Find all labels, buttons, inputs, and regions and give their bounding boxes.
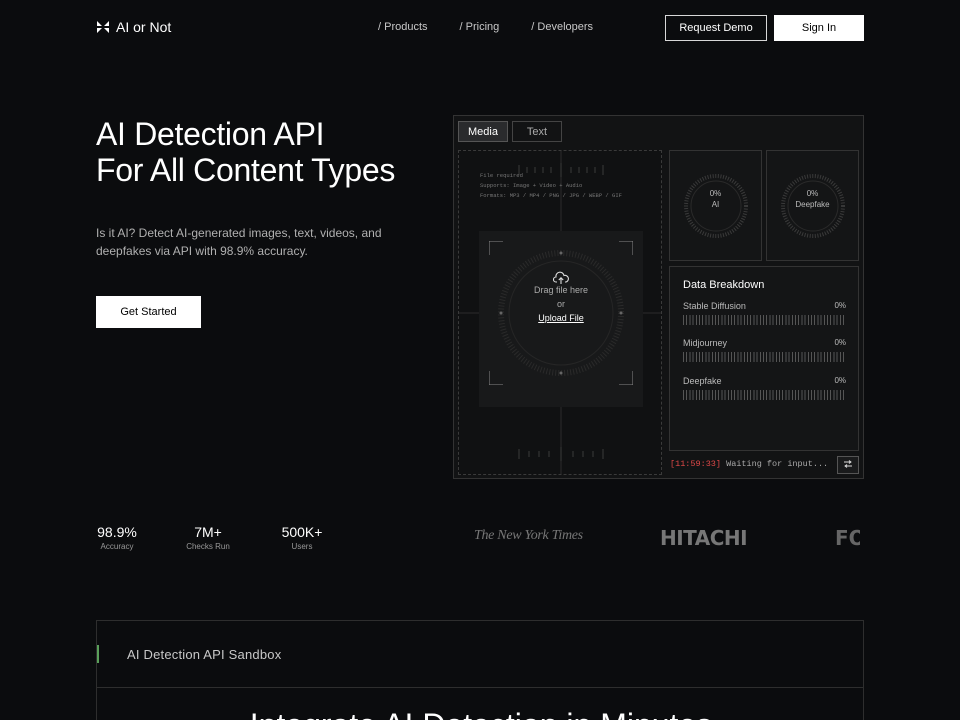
stat-checks: 7M+ Checks Run xyxy=(183,524,233,551)
drop-instructions: Drag file here or Upload File xyxy=(459,283,661,325)
top-nav: AI or Not / Products / Pricing / Develop… xyxy=(96,14,864,42)
nav-developers[interactable]: / Developers xyxy=(531,21,593,33)
ai-gauge-card: 0% AI xyxy=(669,150,762,261)
status-line: [11:59:33] Waiting for input... xyxy=(670,459,828,469)
status-text: Waiting for input... xyxy=(726,459,829,469)
widget-tabs: Media Text xyxy=(458,121,562,142)
breakdown-bar xyxy=(683,315,846,325)
breakdown-bar xyxy=(683,390,846,400)
breakdown-value: 0% xyxy=(834,338,846,347)
meta-line: Supports: Image + Video + Audio xyxy=(480,182,583,189)
stat-label: Checks Run xyxy=(186,542,230,551)
brand-name: AI or Not xyxy=(116,19,172,35)
sign-in-button[interactable]: Sign In xyxy=(774,15,864,41)
hero-title: AI Detection API For All Content Types xyxy=(96,116,395,188)
nyt-logo: The New York Times xyxy=(474,528,583,543)
breakdown-value: 0% xyxy=(834,376,846,385)
stat-value: 98.9% xyxy=(97,524,137,540)
request-demo-button[interactable]: Request Demo xyxy=(665,15,767,41)
main-menu: / Products / Pricing / Developers xyxy=(378,21,593,33)
stat-label: Users xyxy=(291,542,313,551)
fox-logo: FOX xyxy=(835,526,860,550)
logo-icon xyxy=(97,21,109,33)
upload-panel: File required Supports: Image + Video + … xyxy=(458,150,662,475)
breakdown-label: Midjourney xyxy=(683,338,728,348)
or-text: or xyxy=(556,299,565,309)
brand-logo[interactable]: AI or Not xyxy=(96,19,171,35)
detection-widget: Media Text File required Supports: Image… xyxy=(453,115,864,479)
breakdown-row-deepfake: Deepfake 0% xyxy=(683,376,846,400)
breakdown-row-midjourney: Midjourney 0% xyxy=(683,338,846,362)
breakdown-bar xyxy=(683,352,846,362)
stat-label: Accuracy xyxy=(100,542,134,551)
file-requirements: File required Supports: Image + Video + … xyxy=(480,171,622,201)
deepfake-gauge-value: 0% xyxy=(806,189,819,198)
tab-media[interactable]: Media xyxy=(458,121,508,142)
breakdown-label: Deepfake xyxy=(683,376,722,386)
upload-file-link[interactable]: Upload File xyxy=(459,311,661,325)
swap-button[interactable] xyxy=(837,456,859,474)
stat-value: 500K+ xyxy=(281,524,323,540)
nav-pricing[interactable]: / Pricing xyxy=(460,21,500,33)
swap-icon xyxy=(844,459,852,468)
breakdown-title: Data Breakdown xyxy=(683,279,765,291)
breakdown-label: Stable Diffusion xyxy=(683,301,746,311)
hero-title-line1: AI Detection API xyxy=(96,116,325,152)
nav-products[interactable]: / Products xyxy=(378,21,428,33)
stat-users: 500K+ Users xyxy=(277,524,327,551)
data-breakdown-card: Data Breakdown Stable Diffusion 0% Midjo… xyxy=(669,266,859,451)
ai-gauge-value: 0% xyxy=(709,189,722,198)
sandbox-header: AI Detection API Sandbox xyxy=(97,621,863,688)
deepfake-gauge-card: 0% Deepfake xyxy=(766,150,859,261)
breakdown-row-stable-diffusion: Stable Diffusion 0% xyxy=(683,301,846,325)
ai-gauge-label: 0% AI xyxy=(670,188,761,210)
tab-text[interactable]: Text xyxy=(512,121,562,142)
hero-subtitle: Is it AI? Detect AI-generated images, te… xyxy=(96,226,382,258)
ai-gauge-name: AI xyxy=(711,200,720,209)
get-started-button[interactable]: Get Started xyxy=(96,296,201,328)
sandbox-accent-bar xyxy=(97,645,99,663)
drag-text: Drag file here xyxy=(533,285,589,295)
hero-title-line2: For All Content Types xyxy=(96,152,396,188)
api-sandbox-section: AI Detection API Sandbox Integrate AI De… xyxy=(96,620,864,720)
sandbox-title: AI Detection API Sandbox xyxy=(127,647,282,662)
hitachi-logo: HITACHI xyxy=(660,526,748,550)
meta-line: Formats: MP3 / MP4 / PNG / JPG / WEBP / … xyxy=(480,192,622,199)
deepfake-gauge-name: Deepfake xyxy=(795,200,830,209)
stat-value: 7M+ xyxy=(194,524,222,540)
breakdown-value: 0% xyxy=(834,301,846,310)
integrate-heading: Integrate AI Detection in Minutes xyxy=(97,707,865,720)
stat-accuracy: 98.9% Accuracy xyxy=(96,524,138,551)
deepfake-gauge-label: 0% Deepfake xyxy=(767,188,858,210)
status-time: [11:59:33] xyxy=(670,459,722,469)
meta-line: File required xyxy=(480,172,523,179)
